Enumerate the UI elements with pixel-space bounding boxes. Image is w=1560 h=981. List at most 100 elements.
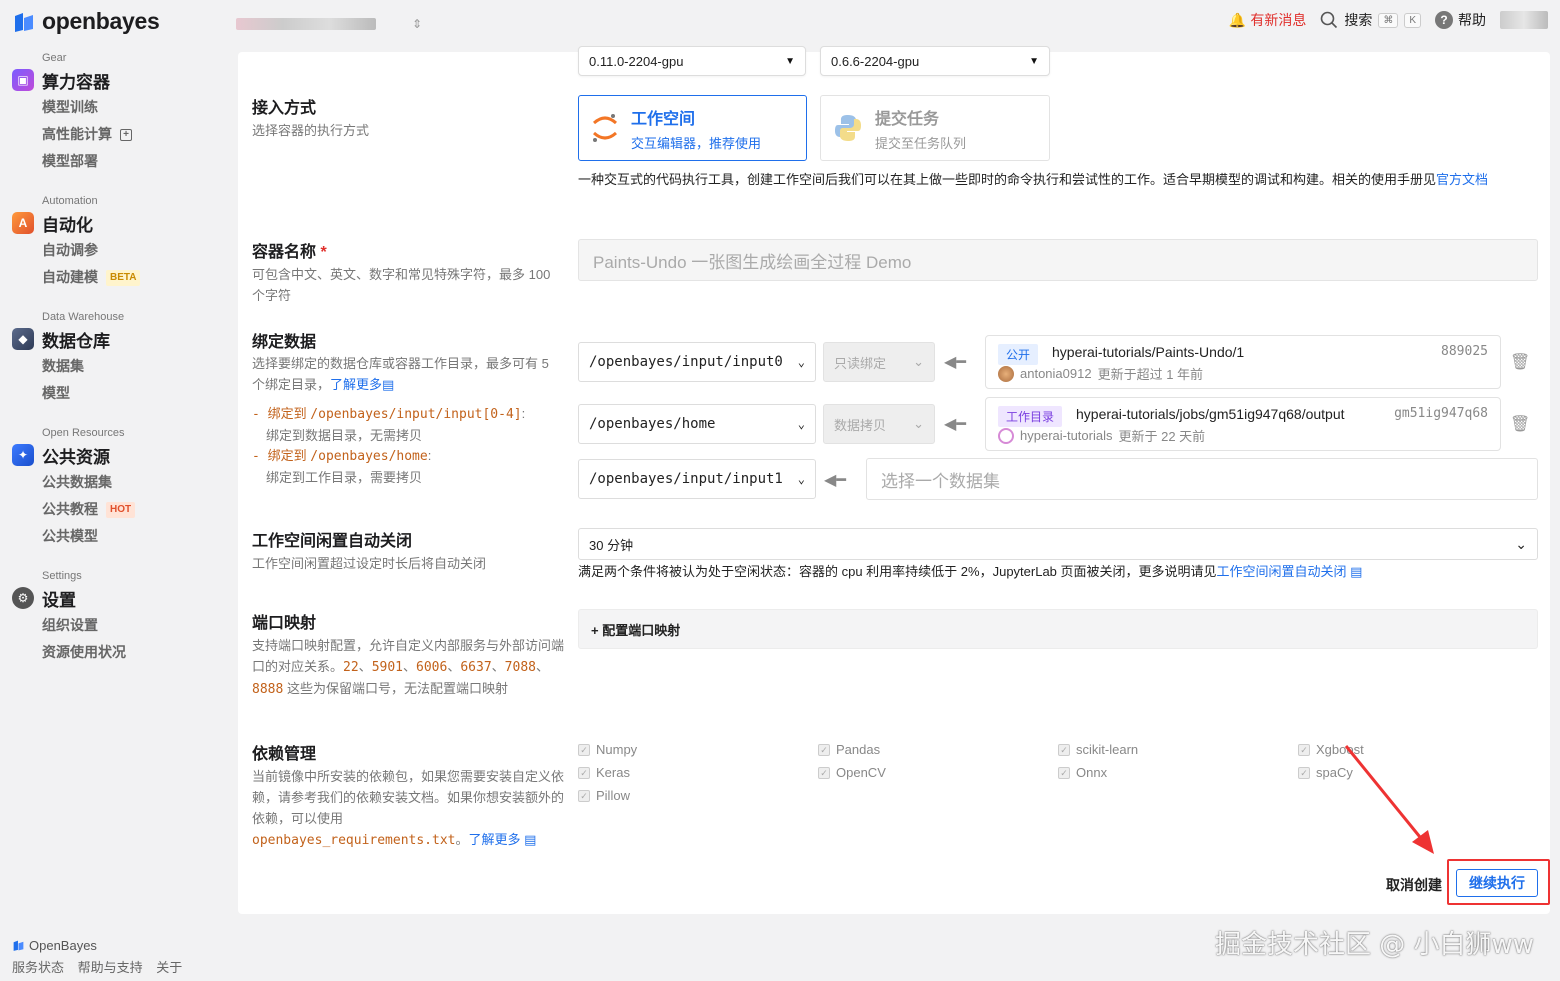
- idle-desc: 工作空间闲置超过设定时长后将自动关闭: [252, 556, 487, 571]
- checkbox-icon: ✓: [818, 743, 830, 756]
- section-title[interactable]: 数据仓库: [42, 327, 110, 352]
- dataset-name[interactable]: hyperai-tutorials/jobs/gm51ig947q68/outp…: [1076, 406, 1345, 422]
- updown-chevron-icon: ⇕: [412, 17, 423, 31]
- brand-logo[interactable]: openbayes: [12, 8, 160, 35]
- continue-button[interactable]: 继续执行: [1456, 869, 1538, 897]
- dataset-card-1[interactable]: 公开 hyperai-tutorials/Paints-Undo/1 88902…: [985, 335, 1501, 389]
- name-title: 容器名称 *: [252, 244, 327, 261]
- footer-link-about[interactable]: 关于: [156, 960, 182, 975]
- dataset-card-2[interactable]: 工作目录 hyperai-tutorials/jobs/gm51ig947q68…: [985, 397, 1501, 451]
- sidebar-section-settings: Settings ⚙ 设置 组织设置 资源使用状况: [12, 570, 227, 666]
- checkbox-icon: ✓: [1058, 743, 1070, 756]
- deps-learn-more-link[interactable]: 了解更多: [469, 832, 521, 847]
- user-avatar-icon: [998, 365, 1014, 382]
- section-label: Open Resources: [42, 427, 125, 439]
- official-docs-link[interactable]: 官方文档: [1436, 172, 1488, 187]
- footer-link-help[interactable]: 帮助与支持: [78, 960, 143, 975]
- container-name-input[interactable]: Paints-Undo 一张图生成绘画全过程 Demo: [578, 239, 1538, 281]
- dataset-meta: hyperai-tutorials 更新于 22 天前: [998, 426, 1205, 445]
- dep-pillow: ✓ Pillow: [578, 788, 630, 803]
- dataset-meta: antonia0912 更新于超过 1 年前: [998, 364, 1203, 383]
- sidebar-item-usage[interactable]: 资源使用状况: [42, 639, 227, 666]
- beta-badge: BETA: [106, 269, 141, 286]
- user-avatar-icon: [998, 427, 1014, 444]
- chevron-down-icon: ⌄: [797, 355, 805, 369]
- sidebar-item-public-datasets[interactable]: 公共数据集: [42, 469, 227, 496]
- bind-desc: 选择要绑定的数据仓库或容器工作目录，最多可有 5 个绑定目录，了解更多▤: [252, 356, 549, 392]
- dataset-id: gm51ig947q68: [1394, 406, 1488, 421]
- sidebar-item-public-models[interactable]: 公共模型: [42, 523, 227, 550]
- python-icon: [835, 115, 861, 141]
- watermark: 掘金技术社区 @ 小白狮ww: [1214, 930, 1534, 960]
- checkbox-icon: ✓: [818, 766, 830, 779]
- bind-path-select-1[interactable]: /openbayes/input/input0 ⌄: [578, 342, 816, 382]
- section-label: Gear: [42, 52, 67, 64]
- workdir-tag: 工作目录: [998, 406, 1063, 427]
- sidebar-item-autotune[interactable]: 自动调参: [42, 237, 227, 264]
- jupyter-icon: [592, 114, 618, 142]
- mode-task-card[interactable]: 提交任务 提交至任务队列: [820, 95, 1050, 161]
- deps-title: 依赖管理: [252, 746, 317, 763]
- sidebar-item-hpc[interactable]: 高性能计算 +: [42, 121, 227, 148]
- dep-sklearn: ✓ scikit-learn: [1058, 742, 1138, 757]
- arrow-left-icon: ◀━: [824, 472, 846, 489]
- trash-icon[interactable]: 🗑: [1510, 352, 1530, 372]
- openbayes-logo-icon: [13, 940, 24, 951]
- news-link[interactable]: 🔔 有新消息: [1229, 10, 1306, 30]
- section-label: Settings: [42, 570, 82, 582]
- workspace-name-redacted: [236, 18, 376, 30]
- section-label: Data Warehouse: [42, 311, 125, 323]
- sidebar-item-public-tutorials[interactable]: 公共教程 HOT: [42, 496, 227, 523]
- idle-explain: 满足两个条件将被认为处于空闲状态：容器的 cpu 利用率持续低于 2%，Jupy…: [578, 564, 1363, 579]
- configure-port-button[interactable]: + 配置端口映射: [578, 609, 1538, 649]
- chevron-down-icon: ⌄: [797, 417, 805, 431]
- section-title[interactable]: 设置: [42, 586, 76, 611]
- bind-learn-more-link[interactable]: 了解更多: [330, 377, 382, 392]
- chevron-down-icon: ⌄: [1515, 535, 1527, 552]
- sidebar-section-gear: Gear ▣ 算力容器 模型训练 高性能计算 + 模型部署: [12, 52, 227, 175]
- section-title[interactable]: 公共资源: [42, 443, 110, 468]
- sidebar-item-deploy[interactable]: 模型部署: [42, 148, 227, 175]
- idle-docs-link[interactable]: 工作空间闲置自动关闭: [1217, 564, 1347, 579]
- public-tag: 公开: [998, 344, 1039, 365]
- bind-mode-select-2: 数据拷贝 ⌄: [823, 404, 935, 444]
- section-title[interactable]: 自动化: [42, 211, 93, 236]
- sidebar-item-automodel[interactable]: 自动建模 BETA: [42, 264, 227, 291]
- checkbox-icon: ✓: [1298, 743, 1310, 756]
- bind-path-select-3[interactable]: /openbayes/input/input1 ⌄: [578, 459, 816, 499]
- mode-workspace-card[interactable]: 工作空间 交互编辑器，推荐使用: [578, 95, 807, 161]
- bind-hint-1: - 绑定到 /openbayes/input/input[0-4]: 绑定到数据…: [252, 406, 526, 443]
- bind-title: 绑定数据: [252, 334, 317, 351]
- idle-timeout-select[interactable]: 30 分钟 ⌄: [578, 528, 1538, 560]
- create-container-form: 0.11.0-2204-gpu ▼ 0.6.6-2204-gpu ▼ 接入方式 选择…: [238, 46, 1550, 914]
- sidebar-item-datasets[interactable]: 数据集: [42, 353, 227, 380]
- dataset-select-input[interactable]: 选择一个数据集: [866, 458, 1538, 500]
- search-label: 搜索: [1344, 12, 1373, 28]
- task-sub: 提交至任务队列: [875, 135, 967, 151]
- image-version-select-1[interactable]: 0.11.0-2204-gpu ▼: [578, 46, 806, 76]
- sidebar-item-training[interactable]: 模型训练: [42, 94, 227, 121]
- section-title[interactable]: 算力容器: [42, 68, 110, 93]
- sidebar-item-models[interactable]: 模型: [42, 380, 227, 407]
- help-button[interactable]: ? 帮助: [1435, 10, 1486, 30]
- task-title: 提交任务: [875, 110, 940, 128]
- access-title: 接入方式: [252, 100, 317, 117]
- checkbox-icon: ✓: [1058, 766, 1070, 779]
- trash-icon[interactable]: 🗑: [1510, 414, 1530, 434]
- dataset-name[interactable]: hyperai-tutorials/Paints-Undo/1: [1052, 344, 1244, 360]
- search-button[interactable]: 搜索 ⌘ K: [1320, 10, 1421, 30]
- footer-link-status[interactable]: 服务状态: [12, 960, 64, 975]
- checkbox-icon: ✓: [1298, 766, 1310, 779]
- cube-icon: ▣: [12, 69, 34, 91]
- cancel-button[interactable]: 取消创建: [1386, 875, 1442, 895]
- brand-name: openbayes: [42, 8, 160, 34]
- user-avatar[interactable]: [1500, 11, 1548, 29]
- dep-opencv: ✓ OpenCV: [818, 765, 886, 780]
- workspace-switcher[interactable]: ⇕: [236, 14, 426, 34]
- sidebar-section-open: Open Resources ✦ 公共资源 公共数据集 公共教程 HOT 公共模型: [12, 427, 227, 550]
- image-version-select-2[interactable]: 0.6.6-2204-gpu ▼: [820, 46, 1050, 76]
- chevron-down-icon: ⌄: [913, 354, 924, 369]
- sidebar-item-org-settings[interactable]: 组织设置: [42, 612, 227, 639]
- checkbox-icon: ✓: [578, 766, 590, 779]
- bind-path-select-2[interactable]: /openbayes/home ⌄: [578, 404, 816, 444]
